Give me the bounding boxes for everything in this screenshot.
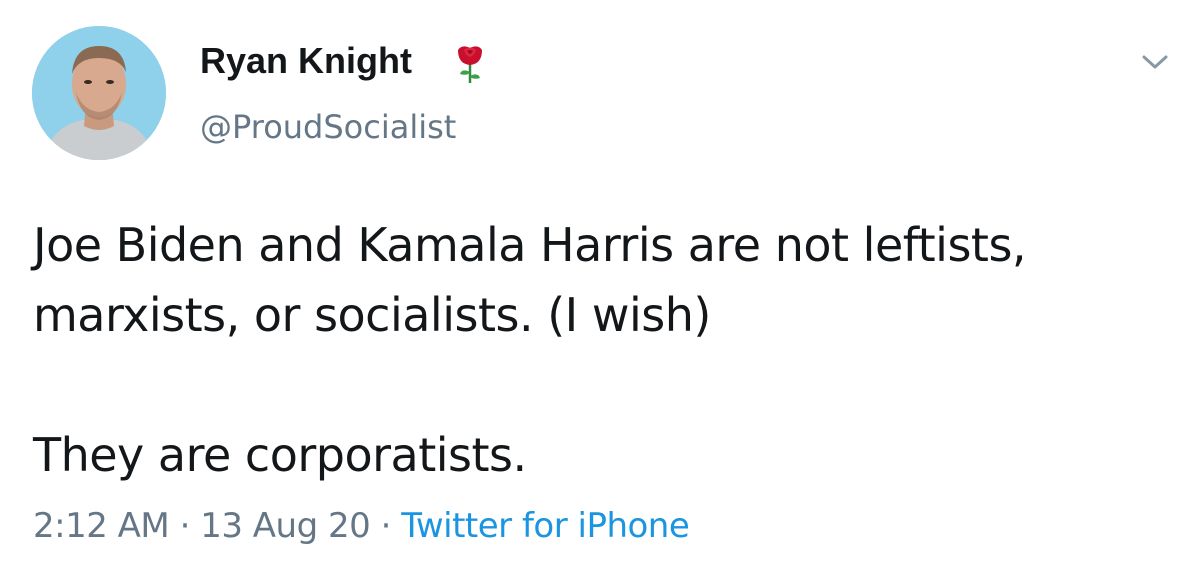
tweet-text-spacer xyxy=(33,350,1183,420)
tweet-text-line: They are corporatists. xyxy=(33,428,527,482)
avatar[interactable] xyxy=(32,26,166,160)
tweet-source-link[interactable]: Twitter for iPhone xyxy=(401,506,690,546)
rose-icon xyxy=(458,46,482,83)
author-name[interactable]: Ryan Knight xyxy=(200,40,412,82)
meta-separator: · xyxy=(380,506,392,546)
chevron-down-icon[interactable] xyxy=(1140,52,1170,72)
tweet-meta: 2:12 AM · 13 Aug 20 · Twitter for iPhone xyxy=(33,506,690,546)
author-handle[interactable]: @ProudSocialist xyxy=(200,108,456,146)
tweet-text: Joe Biden and Kamala Harris are not left… xyxy=(33,210,1183,490)
meta-separator: · xyxy=(179,506,191,546)
tweet-card: Ryan Knight @ProudSocialist Joe Biden an… xyxy=(0,0,1200,577)
tweet-text-line: marxists, or socialists. (I wish) xyxy=(33,288,711,342)
avatar-image xyxy=(32,26,166,160)
tweet-date[interactable]: 13 Aug 20 xyxy=(200,506,371,546)
tweet-text-line: Joe Biden and Kamala Harris are not left… xyxy=(33,218,1027,272)
tweet-time[interactable]: 2:12 AM xyxy=(33,506,170,546)
